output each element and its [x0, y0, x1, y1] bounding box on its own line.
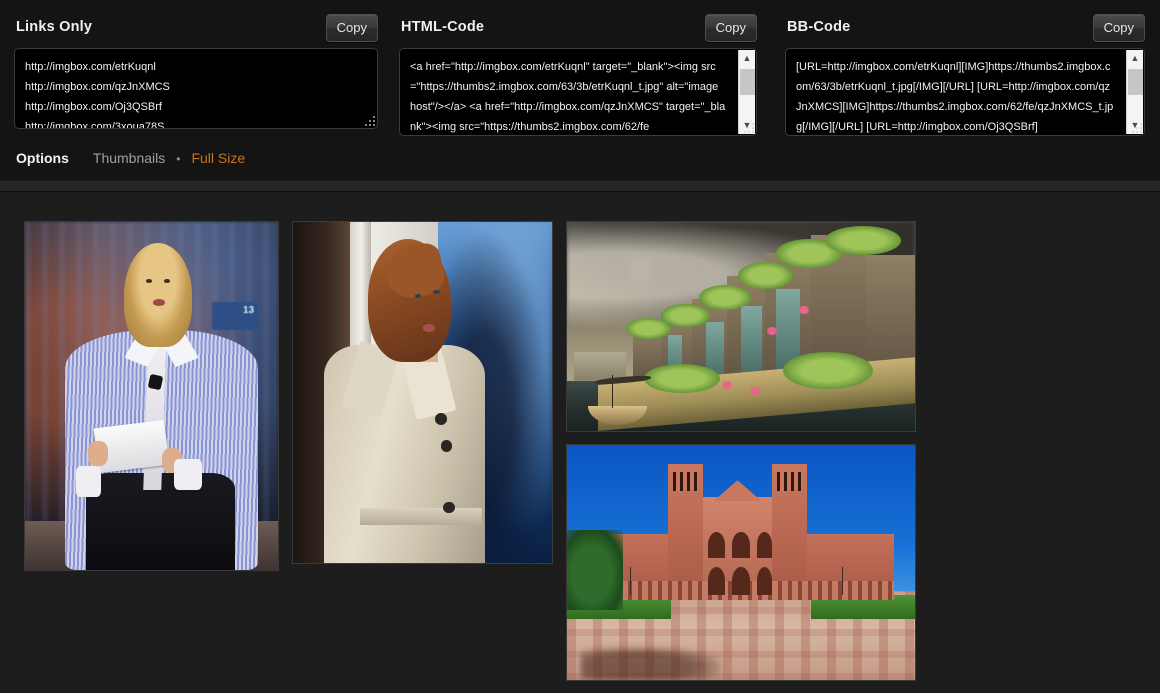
scrollbar-thumb[interactable] [740, 69, 755, 95]
tv-overlay-label: 13 [243, 304, 255, 316]
links-only-title: Links Only [16, 19, 93, 35]
link-line: http://imgbox.com/etrKuqnl [25, 61, 156, 73]
resize-grip-icon[interactable] [364, 115, 375, 126]
links-only-textarea[interactable]: http://imgbox.com/etrKuqnl http://imgbox.… [14, 48, 378, 129]
options-nav-inner: Options Thumbnails • Full Size [16, 150, 245, 166]
link-line: http://imgbox.com/qzJnXMCS [25, 81, 170, 93]
gallery-right-column [566, 221, 916, 681]
resize-grip-icon[interactable] [743, 122, 754, 133]
gallery-image-news-anchor[interactable]: 13 [24, 221, 279, 571]
links-only-header: Links Only Copy [14, 14, 378, 48]
bb-code-textarea[interactable]: [URL=http://imgbox.com/etrKuqnl][IMG]htt… [785, 48, 1145, 136]
nav-separator-dot: • [176, 152, 181, 166]
hanging-gardens-artwork [567, 222, 915, 431]
thumbnail-gallery: 13 [0, 192, 1160, 693]
html-code-header: HTML-Code Copy [399, 14, 757, 48]
copy-bb-code-button[interactable]: Copy [1092, 14, 1145, 42]
bb-code-header: BB-Code Copy [785, 14, 1145, 48]
bb-code-text: [URL=http://imgbox.com/etrKuqnl][IMG]htt… [796, 61, 1114, 133]
royce-hall-artwork [567, 445, 915, 680]
scrollbar-thumb[interactable] [1128, 69, 1143, 95]
link-line: http://imgbox.com/Oj3QSBrf [25, 101, 162, 113]
copy-html-code-button[interactable]: Copy [704, 14, 757, 42]
nav-link-thumbnails[interactable]: Thumbnails [93, 150, 165, 166]
options-label[interactable]: Options [16, 150, 69, 166]
options-nav-row: Options Thumbnails • Full Size [0, 140, 1160, 176]
html-code-title: HTML-Code [401, 19, 485, 35]
links-only-text: http://imgbox.com/etrKuqnl http://imgbox.… [15, 49, 377, 128]
bb-code-panel: BB-Code Copy [URL=http://imgbox.com/etrK… [785, 14, 1145, 136]
gallery-image-royce-hall[interactable] [566, 444, 916, 681]
html-code-panel: HTML-Code Copy <a href="http://imgbox.co… [399, 14, 757, 136]
gallery-grid: 13 [24, 221, 916, 681]
news-anchor-artwork: 13 [25, 222, 278, 570]
scroll-up-arrow-icon[interactable]: ▲ [1127, 50, 1143, 67]
resize-grip-icon[interactable] [1131, 122, 1142, 133]
link-line: http://imgbox.com/3xoua78S [25, 121, 165, 128]
scroll-up-arrow-icon[interactable]: ▲ [739, 50, 755, 67]
nav-link-full-size[interactable]: Full Size [191, 150, 245, 166]
bb-code-title: BB-Code [787, 19, 851, 35]
woman-trench-coat-artwork [293, 222, 552, 563]
gallery-image-woman-trench-coat[interactable] [292, 221, 553, 564]
gallery-image-hanging-gardens[interactable] [566, 221, 916, 432]
links-only-panel: Links Only Copy http://imgbox.com/etrKuq… [14, 14, 378, 129]
section-divider [0, 180, 1160, 192]
copy-links-only-button[interactable]: Copy [325, 14, 378, 42]
html-code-textarea[interactable]: <a href="http://imgbox.com/etrKuqnl" tar… [399, 48, 757, 136]
html-code-text: <a href="http://imgbox.com/etrKuqnl" tar… [410, 61, 726, 133]
